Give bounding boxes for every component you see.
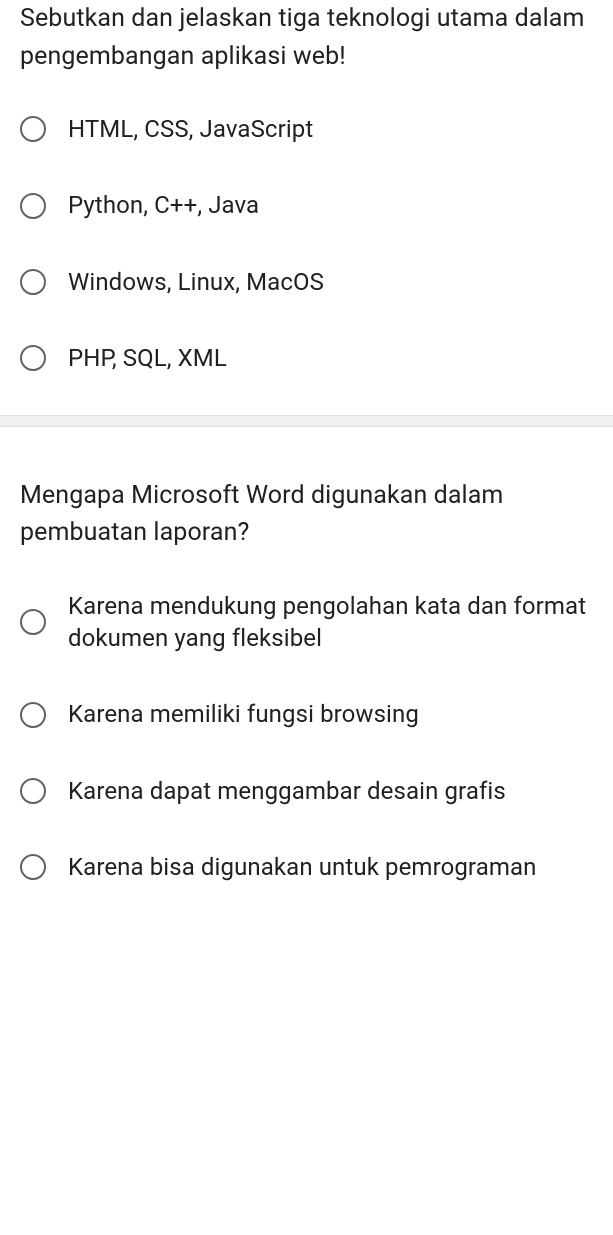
option-row[interactable]: Windows, Linux, MacOS — [20, 266, 593, 298]
option-label: HTML, CSS, JavaScript — [68, 113, 313, 145]
option-label: Karena dapat menggambar desain grafis — [68, 775, 506, 807]
radio-icon — [20, 854, 46, 880]
option-label: Karena bisa digunakan untuk pemrograman — [68, 851, 537, 883]
option-label: PHP, SQL, XML — [68, 342, 227, 374]
option-row[interactable]: Karena dapat menggambar desain grafis — [20, 775, 593, 807]
option-row[interactable]: Karena memiliki fungsi browsing — [20, 698, 593, 730]
option-label: Karena memiliki fungsi browsing — [68, 698, 419, 730]
option-row[interactable]: Python, C++, Java — [20, 189, 593, 221]
question-card-1: Sebutkan dan jelaskan tiga teknologi uta… — [0, 0, 613, 415]
radio-icon — [20, 609, 46, 635]
radio-icon — [20, 702, 46, 728]
option-label: Karena mendukung pengolahan kata dan for… — [68, 590, 593, 655]
option-row[interactable]: PHP, SQL, XML — [20, 342, 593, 374]
radio-icon — [20, 345, 46, 371]
question-text: Mengapa Microsoft Word digunakan dalam p… — [20, 477, 593, 552]
radio-icon — [20, 193, 46, 219]
option-label: Windows, Linux, MacOS — [68, 266, 324, 298]
option-label: Python, C++, Java — [68, 189, 259, 221]
radio-icon — [20, 116, 46, 142]
option-row[interactable]: Karena mendukung pengolahan kata dan for… — [20, 590, 593, 655]
card-divider — [0, 415, 613, 427]
option-row[interactable]: HTML, CSS, JavaScript — [20, 113, 593, 145]
question-card-2: Mengapa Microsoft Word digunakan dalam p… — [0, 427, 613, 924]
option-row[interactable]: Karena bisa digunakan untuk pemrograman — [20, 851, 593, 883]
question-text: Sebutkan dan jelaskan tiga teknologi uta… — [20, 0, 593, 75]
radio-icon — [20, 269, 46, 295]
options-group: HTML, CSS, JavaScript Python, C++, Java … — [20, 113, 593, 375]
options-group: Karena mendukung pengolahan kata dan for… — [20, 590, 593, 884]
radio-icon — [20, 778, 46, 804]
